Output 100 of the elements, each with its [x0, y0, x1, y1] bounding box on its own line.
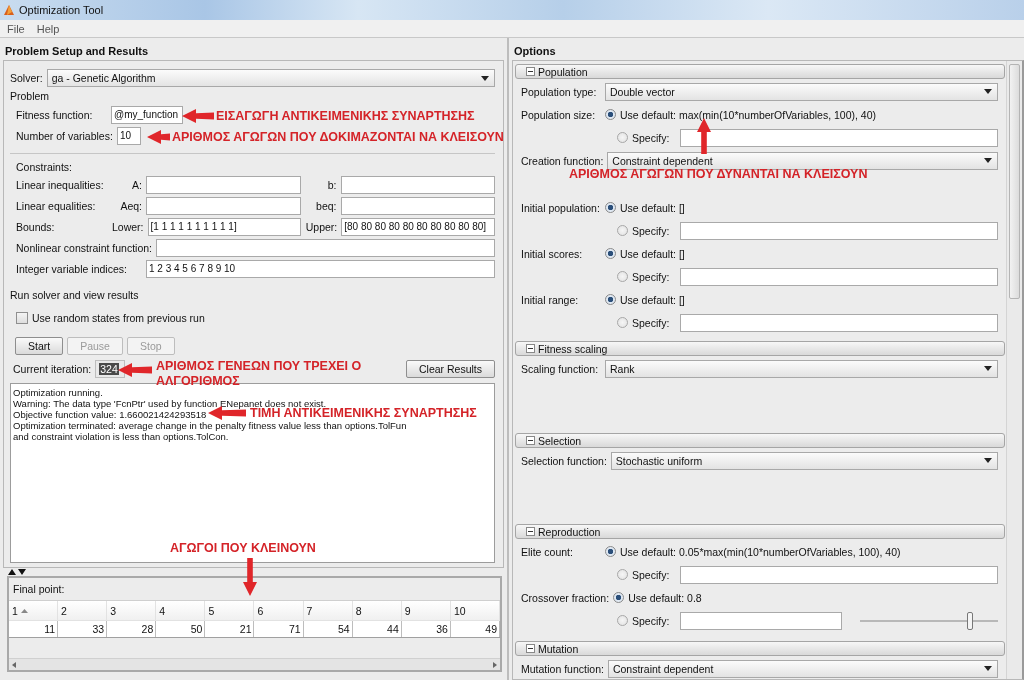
- input-field[interactable]: [340, 196, 495, 215]
- section-header[interactable]: Selection: [515, 433, 1005, 448]
- table-cell: 50: [156, 621, 206, 637]
- caret-icon: [984, 158, 992, 163]
- logo-icon: [3, 4, 15, 16]
- menu-item[interactable]: Help: [36, 22, 60, 35]
- column-header[interactable]: 10: [450, 601, 500, 621]
- scroll-left-icon[interactable]: [12, 661, 16, 668]
- radio-button[interactable]: [605, 109, 616, 120]
- field-label: Bounds:: [16, 220, 56, 233]
- scroll-right-icon[interactable]: [493, 661, 497, 668]
- radio-button[interactable]: [613, 592, 625, 603]
- caret-icon: [984, 89, 992, 94]
- input-field[interactable]: 1 2 3 4 5 6 7 8 9 10: [146, 259, 495, 278]
- radio-label: Specify:: [632, 270, 671, 283]
- column-header[interactable]: 6: [254, 601, 304, 621]
- field-label: Number of variables:: [16, 129, 113, 142]
- radio-button[interactable]: [605, 202, 616, 213]
- field-label: Elite count:: [521, 545, 574, 558]
- option-dropdown[interactable]: Constraint dependent: [607, 151, 998, 170]
- column-header[interactable]: 4: [156, 601, 206, 621]
- section-header[interactable]: Population: [515, 64, 1005, 79]
- radio-button[interactable]: [617, 271, 628, 282]
- solver-dropdown[interactable]: ga - Genetic Algorithm: [46, 69, 495, 87]
- column-header[interactable]: 5: [205, 601, 255, 621]
- input-field[interactable]: [680, 565, 998, 584]
- panel-title: Problem Setup and Results: [4, 44, 150, 59]
- section-header[interactable]: Mutation: [515, 641, 1005, 656]
- radio-button[interactable]: [605, 294, 616, 305]
- input-field[interactable]: @my_function: [111, 105, 183, 124]
- field-label: Creation function:: [521, 154, 604, 167]
- checkbox-label: Use random states from previous run: [32, 312, 205, 324]
- input-field[interactable]: [680, 267, 998, 286]
- collapse-icon[interactable]: [526, 67, 535, 76]
- radio-label: Specify:: [632, 224, 671, 237]
- column-header[interactable]: 3: [107, 601, 157, 621]
- vertical-scrollbar[interactable]: [1006, 61, 1022, 679]
- input-field[interactable]: 10: [116, 126, 141, 145]
- input-field[interactable]: [146, 196, 301, 215]
- input-field[interactable]: [340, 175, 495, 194]
- input-field[interactable]: [1 1 1 1 1 1 1 1 1 1]: [147, 217, 302, 236]
- input-field[interactable]: [680, 221, 998, 240]
- column-header[interactable]: 2: [58, 601, 108, 621]
- column-header[interactable]: 1: [9, 601, 59, 621]
- input-field[interactable]: [156, 238, 495, 257]
- collapse-icon[interactable]: [526, 436, 535, 445]
- radio-button[interactable]: [617, 569, 628, 580]
- column-header[interactable]: 7: [303, 601, 353, 621]
- radio-label: Use default: []: [620, 201, 685, 214]
- option-dropdown[interactable]: Stochastic uniform: [610, 451, 998, 470]
- annotation-label: ΕΙΣΑΓΩΓΗ ΑΝΤΙΚΕΙΜΕΝΙΚΗΣ ΣΥΝΑΡΤΗΣΗΣ: [216, 109, 475, 124]
- horizontal-scrollbar[interactable]: [9, 658, 500, 670]
- radio-button[interactable]: [617, 225, 628, 236]
- annotation-label: ΤΙΜΗ ΑΝΤΙΚΕΙΜΕΝΙΚΗΣ ΣΥΝΑΡΤΗΣΗΣ: [250, 406, 477, 421]
- input-field[interactable]: [80 80 80 80 80 80 80 80 80 80]: [341, 217, 495, 236]
- collapse-icon[interactable]: [526, 527, 535, 536]
- annotation-label: ΑΡΙΘΜΟΣ ΑΓΩΓΩΝ ΠΟΥ ΔΟΚΙΜΑΖΟΝΤΑΙ ΝΑ ΚΛΕΙΣΟΥΝ: [172, 130, 504, 145]
- radio-button[interactable]: [617, 317, 628, 328]
- input-field[interactable]: [146, 175, 301, 194]
- annotation-label: ΑΡΙΘΜΟΣ ΑΓΩΓΩΝ ΠΟΥ ΔΥΝΑΝΤΑΙ ΝΑ ΚΛΕΙΣΟΥΝ: [569, 167, 868, 182]
- field-label: Integer variable indices:: [16, 262, 128, 275]
- log-line: Warning: The data type 'FcnPtr' used by function ENepanet does not exist.: [13, 398, 327, 409]
- radio-button[interactable]: [617, 132, 628, 143]
- radio-button[interactable]: [605, 546, 616, 557]
- column-header[interactable]: 9: [401, 601, 451, 621]
- table-cell: 28: [107, 621, 157, 637]
- option-dropdown[interactable]: Rank: [605, 359, 998, 378]
- column-header[interactable]: 8: [352, 601, 402, 621]
- clear-results-button[interactable]: Clear Results: [405, 360, 495, 378]
- action-button[interactable]: Start: [15, 337, 64, 355]
- field-label: Crossover fraction:: [521, 591, 610, 604]
- radio-button[interactable]: [605, 248, 616, 259]
- slider-thumb[interactable]: [967, 611, 974, 630]
- field-label: Nonlinear constraint function:: [16, 241, 152, 254]
- caret-icon: [481, 75, 489, 81]
- annotation-label: ΑΓΩΓΟΙ ΠΟΥ ΚΛΕΙΝΟΥΝ: [170, 541, 316, 556]
- log-line: Optimization terminated: average change in the penalty fitness value less than options.TolFun: [13, 420, 407, 431]
- splitter-arrows-icon[interactable]: [8, 569, 26, 575]
- log-line: Optimization running.: [13, 387, 103, 398]
- radio-label: Specify:: [632, 316, 671, 329]
- option-dropdown[interactable]: Constraint dependent: [607, 659, 998, 678]
- input-field[interactable]: [680, 128, 998, 147]
- section-header[interactable]: Fitness scaling: [515, 341, 1005, 356]
- radio-button[interactable]: [617, 615, 628, 626]
- section-heading: Constraints:: [16, 161, 73, 173]
- checkbox[interactable]: [16, 312, 28, 324]
- table-cell: 21: [205, 621, 255, 637]
- collapse-icon[interactable]: [526, 644, 535, 653]
- radio-label: Specify:: [632, 614, 671, 627]
- menu-item[interactable]: File: [7, 22, 25, 35]
- field-label: Solver:: [10, 72, 43, 84]
- input-field[interactable]: [680, 611, 842, 630]
- collapse-icon[interactable]: [526, 344, 535, 353]
- field-label: Scaling function:: [521, 362, 600, 375]
- field-label: Upper:: [305, 220, 338, 233]
- input-field[interactable]: [680, 313, 998, 332]
- section-header[interactable]: Reproduction: [515, 524, 1005, 539]
- annotation-arrow: [243, 558, 257, 596]
- option-dropdown[interactable]: Double vector: [605, 82, 998, 101]
- field-label: Mutation function:: [521, 662, 604, 675]
